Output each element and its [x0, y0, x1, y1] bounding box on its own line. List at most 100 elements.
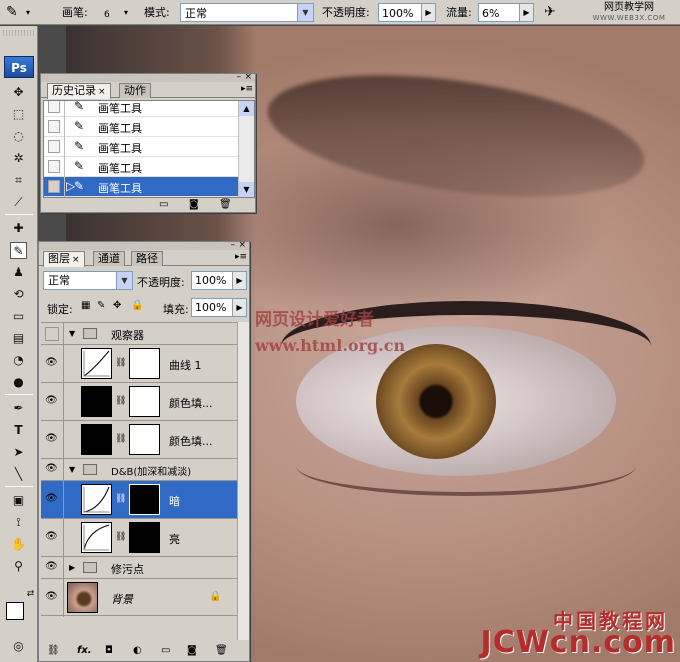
tab-actions[interactable]: 动作 [119, 83, 151, 98]
gradient-tool-icon[interactable]: ▤ [10, 330, 27, 347]
layer-mask-thumbnail[interactable] [129, 484, 160, 515]
new-group-icon[interactable]: ▭ [161, 645, 170, 656]
layer-mask-thumbnail[interactable] [129, 424, 160, 455]
add-mask-icon[interactable]: ◘ [105, 645, 113, 656]
chain-link-icon[interactable]: ⛓ [115, 358, 126, 368]
history-item[interactable]: ✎ 画笔工具 [44, 101, 240, 117]
curves-adjustment-thumbnail[interactable] [81, 348, 112, 379]
lock-image-icon[interactable]: ✎ [97, 300, 105, 311]
eye-icon[interactable]: 👁 [45, 357, 61, 371]
trash-icon[interactable]: 🗑 [215, 645, 228, 656]
history-brush-icon[interactable]: ⟲ [10, 286, 27, 303]
blend-mode-select[interactable]: 正常 ▼ [43, 271, 133, 290]
healing-brush-icon[interactable]: ✚ [10, 220, 27, 237]
layer-opacity-flyout-icon[interactable]: ▶ [232, 272, 246, 289]
brush-tool-icon[interactable]: ✎ [6, 3, 18, 22]
layers-scrollbar[interactable] [237, 322, 249, 640]
brush-tool-active-icon[interactable]: ✎ [10, 242, 27, 259]
flow-input[interactable]: 6% ▶ [478, 3, 534, 22]
lock-all-icon[interactable]: 🔒 [131, 300, 143, 311]
curves-adjustment-thumbnail[interactable] [81, 522, 112, 553]
scroll-up-icon[interactable]: ▲ [239, 101, 254, 116]
layer-row[interactable]: 👁 ⛓ 颜色填... [41, 420, 237, 459]
background-photo-thumbnail[interactable] [67, 582, 98, 613]
panel-titlebar[interactable]: – × [39, 240, 249, 250]
expand-triangle-icon[interactable]: ▼ [69, 329, 75, 338]
opacity-input[interactable]: 100% ▶ [378, 3, 436, 22]
zoom-tool-icon[interactable]: ⚲ [10, 558, 27, 575]
link-layers-icon[interactable]: ⛓ [47, 645, 60, 656]
tab-layers[interactable]: 图层 × [43, 251, 85, 267]
adjustment-layer-icon[interactable]: ◐ [133, 645, 142, 656]
swap-colors-icon[interactable]: ⇄ [22, 586, 39, 603]
ps-logo[interactable]: Ps [4, 56, 34, 78]
tab-channels[interactable]: 通道 [93, 251, 125, 266]
trash-icon[interactable]: 🗑 [219, 199, 232, 210]
toolbox-grip[interactable] [3, 30, 34, 36]
layer-row[interactable]: 👁 ⛓ 曲线 1 [41, 344, 237, 383]
layer-group-row[interactable]: 👁 ▶ 修污点 [41, 556, 237, 579]
move-tool-icon[interactable]: ✥ [10, 84, 27, 101]
flow-flyout-arrow-icon[interactable]: ▶ [519, 4, 533, 21]
hand-tool-icon[interactable]: ✋ [10, 536, 27, 553]
fill-layer-thumbnail[interactable] [81, 424, 112, 455]
layer-mask-thumbnail[interactable] [129, 522, 160, 553]
slice-tool-icon[interactable]: ⟋ [10, 194, 27, 211]
foreground-color-swatch[interactable] [6, 602, 24, 620]
tab-paths[interactable]: 路径 [131, 251, 163, 266]
layer-group-row[interactable]: ▼ 观察器 [41, 322, 237, 345]
fill-input[interactable]: 100% ▶ [191, 298, 247, 317]
tab-close-icon[interactable]: × [72, 255, 80, 265]
brush-size-value[interactable]: 6 [104, 6, 110, 25]
history-snapshot-checkbox[interactable] [48, 101, 60, 113]
brush-picker-arrow-icon[interactable]: ▾ [124, 3, 128, 22]
panel-menu-icon[interactable]: ▸≡ [235, 252, 247, 262]
eye-icon[interactable]: 👁 [45, 493, 61, 507]
history-snapshot-checkbox[interactable] [48, 180, 60, 193]
collapse-triangle-icon[interactable]: ▶ [69, 563, 75, 572]
fill-layer-thumbnail[interactable] [81, 386, 112, 417]
lasso-tool-icon[interactable]: ◌ [10, 128, 27, 145]
mode-select[interactable]: 正常 ▼ [180, 3, 314, 22]
history-snapshot-checkbox[interactable] [48, 120, 60, 133]
history-scrollbar[interactable]: ▲ ▼ [238, 101, 254, 197]
minimize-icon[interactable]: – [237, 74, 242, 82]
clone-stamp-icon[interactable]: ♟ [10, 264, 27, 281]
lock-transparent-icon[interactable]: ▦ [81, 300, 90, 311]
layer-mask-thumbnail[interactable] [129, 386, 160, 417]
scroll-down-icon[interactable]: ▼ [239, 182, 254, 197]
history-item[interactable]: ✎ 画笔工具 [44, 137, 240, 157]
new-document-from-state-icon[interactable]: ▭ [159, 199, 168, 210]
layer-opacity-input[interactable]: 100% ▶ [191, 271, 247, 290]
path-selection-icon[interactable]: ➤ [10, 444, 27, 461]
layer-row-background[interactable]: 👁 背景 🔒 [41, 578, 237, 617]
eye-icon[interactable]: 👁 [45, 591, 61, 605]
chain-link-icon[interactable]: ⛓ [115, 434, 126, 444]
eye-icon[interactable]: 👁 [45, 395, 61, 409]
pen-tool-icon[interactable]: ✒ [10, 400, 27, 417]
line-tool-icon[interactable]: ╲ [10, 466, 27, 483]
magic-wand-icon[interactable]: ✲ [10, 150, 27, 167]
layer-group-row[interactable]: 👁 ▼ D&B(加深和减淡) [41, 458, 237, 481]
close-icon[interactable]: × [238, 240, 246, 250]
dodge-tool-icon[interactable]: ● [10, 374, 27, 391]
history-snapshot-checkbox[interactable] [48, 160, 60, 173]
new-snapshot-icon[interactable]: ◙ [189, 199, 199, 210]
panel-menu-icon[interactable]: ▸≡ [241, 84, 253, 94]
eye-icon[interactable]: 👁 [45, 531, 61, 545]
layer-row[interactable]: 👁 ⛓ 颜色填... [41, 382, 237, 421]
tab-history[interactable]: 历史记录 × [47, 83, 111, 99]
new-layer-icon[interactable]: ◙ [187, 645, 197, 656]
eyedropper-icon[interactable]: ⟟ [10, 514, 27, 531]
layer-row-selected[interactable]: 👁 ⛓ 暗 [41, 480, 237, 519]
marquee-tool-icon[interactable]: ⬚ [10, 106, 27, 123]
layer-mask-thumbnail[interactable] [129, 348, 160, 379]
chain-link-icon[interactable]: ⛓ [115, 494, 126, 504]
crop-tool-icon[interactable]: ⌗ [10, 172, 27, 189]
curves-adjustment-thumbnail[interactable] [81, 484, 112, 515]
history-item-selected[interactable]: ▷ ✎ 画笔工具 [44, 177, 240, 197]
history-snapshot-checkbox[interactable] [48, 140, 60, 153]
minimize-icon[interactable]: – [231, 240, 236, 250]
airbrush-icon[interactable]: ✈ [544, 3, 556, 22]
panel-titlebar[interactable]: – × [41, 74, 255, 82]
